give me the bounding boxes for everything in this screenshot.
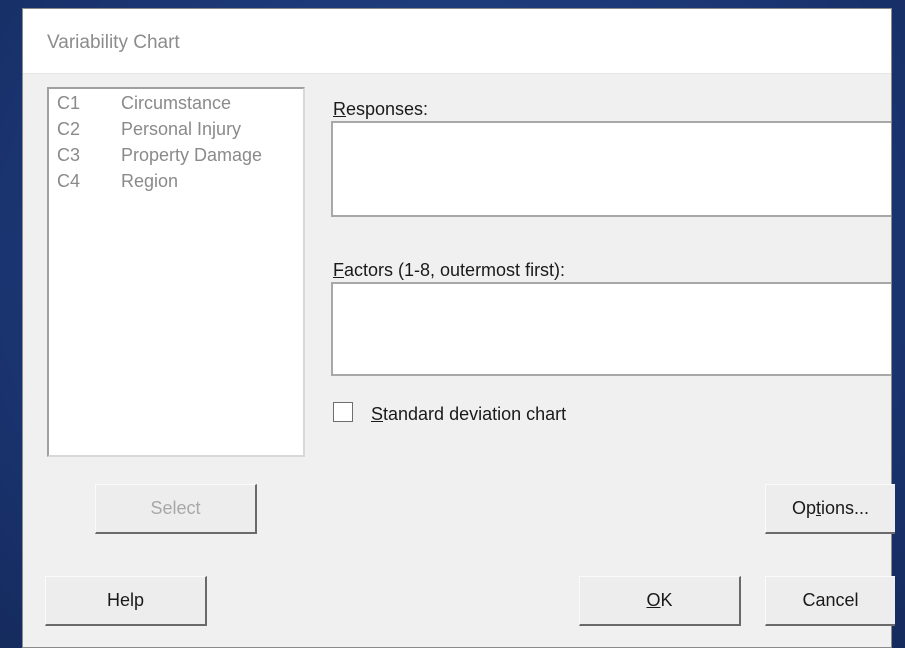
factors-label: Factors (1-8, outermost first): [333,260,566,280]
variable-name: Region [121,171,179,191]
cancel-button[interactable]: Cancel [765,576,895,626]
responses-input[interactable] [331,121,891,217]
responses-label: Responses: [333,99,429,119]
variable-name: Property Damage [121,145,263,165]
options-button[interactable]: Options... [765,484,895,534]
help-button[interactable]: Help [45,576,207,626]
variable-list[interactable]: C1 Circumstance C2 Personal Injury C3 Pr… [47,87,305,457]
variable-name: Personal Injury [121,119,242,139]
variable-id: C3 [57,145,81,165]
variable-id: C4 [57,171,81,191]
ok-button[interactable]: OK [579,576,741,626]
factors-input[interactable] [331,282,891,376]
variable-id: C1 [57,93,81,113]
std-dev-checkbox[interactable] [333,402,353,422]
variable-name: Circumstance [121,93,232,113]
select-button[interactable]: Select [95,484,257,534]
variable-id: C2 [57,119,81,139]
variability-chart-dialog: Variability Chart C1 Circumstance C2 Per… [22,8,895,648]
dialog-titlebar: Variability Chart [23,9,891,74]
dialog-title: Variability Chart [47,32,180,53]
std-dev-label[interactable]: Standard deviation chart [371,404,566,425]
